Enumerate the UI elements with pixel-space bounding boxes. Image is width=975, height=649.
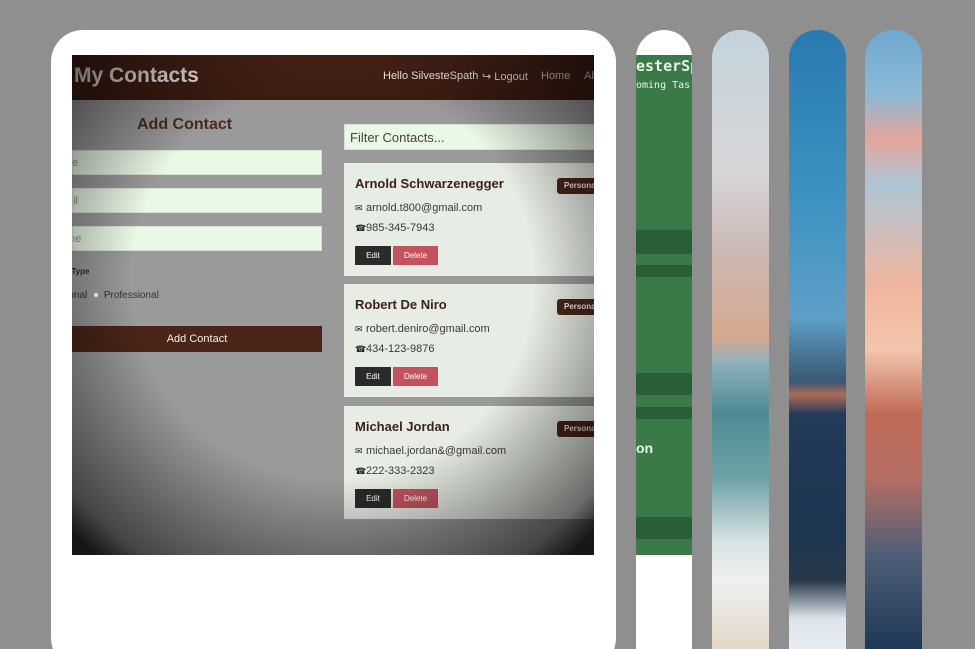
contact-card: Arnold Schwarzenegger Personal ✉arnold.t… — [344, 163, 594, 276]
brand-title[interactable]: My Contacts — [74, 64, 199, 88]
envelope-icon: ✉ — [355, 446, 363, 456]
divider — [636, 373, 692, 395]
nav-greeting: Hello SilvesteSpath — [383, 70, 479, 82]
contact-phone: 222-333-2323 — [366, 465, 435, 477]
contact-email-row: ✉ robert.deniro@gmail.com — [355, 323, 490, 335]
logout-link[interactable]: ↪ Logout — [482, 70, 528, 83]
contact-email-row: ✉ arnold.t800@gmail.com — [355, 202, 482, 214]
email-placeholder: ail — [73, 195, 79, 207]
divider — [636, 407, 692, 419]
phone-icon: ☎ — [355, 344, 367, 354]
city-waterfront-image-card[interactable] — [789, 30, 846, 649]
task-app-subtitle: oming Tas — [636, 80, 691, 91]
contact-type-badge: Personal — [557, 421, 594, 437]
contact-name: Michael Jordan — [355, 419, 450, 434]
task-app-title: esterSp — [636, 57, 692, 75]
contact-type-label: ct Type — [72, 267, 90, 276]
edit-button[interactable]: Edit — [355, 367, 391, 386]
contact-email: michael.jordan&@gmail.com — [366, 445, 507, 457]
contact-name: Robert De Niro — [355, 297, 447, 312]
phone-icon: ☎ — [355, 223, 367, 233]
contact-email-row: ✉ michael.jordan&@gmail.com — [355, 445, 506, 457]
contact-card: Michael Jordan Personal ✉michael.jordan&… — [344, 406, 594, 519]
about-link[interactable]: Ab — [584, 70, 594, 82]
contact-type-badge: Personal — [557, 299, 594, 315]
sign-out-icon: ↪ — [482, 71, 492, 83]
logout-label: Logout — [494, 71, 528, 83]
radio-professional[interactable] — [93, 292, 100, 299]
contacts-app-screenshot: My Contacts Hello SilvesteSpath ↪ Logout… — [72, 55, 594, 555]
add-contact-heading: Add Contact — [137, 116, 233, 133]
envelope-icon: ✉ — [355, 203, 363, 213]
radio-professional-label[interactable]: Professional — [104, 290, 159, 301]
contact-type-badge: Personal — [557, 178, 594, 194]
divider — [636, 230, 692, 254]
delete-button[interactable]: Delete — [393, 246, 438, 265]
project-card-tasks[interactable]: esterSp oming Tas on — [636, 30, 692, 649]
contact-phone-row: ☎985-345-7943 — [355, 222, 435, 234]
contact-card: Robert De Niro Personal ✉robert.deniro@g… — [344, 284, 594, 397]
contact-phone: 434-123-9876 — [366, 343, 435, 355]
contact-email: robert.deniro@gmail.com — [366, 323, 490, 335]
radio-personal-label[interactable]: rsonal — [72, 290, 87, 301]
divider — [636, 265, 692, 277]
mountain-image-card[interactable] — [865, 30, 922, 649]
home-link[interactable]: Home — [541, 70, 570, 82]
add-contact-button[interactable]: Add Contact — [72, 326, 322, 352]
contact-type-radios: rsonal Professional — [72, 290, 159, 301]
phone-placeholder: one — [73, 233, 82, 245]
beach-image-card[interactable] — [712, 30, 769, 649]
divider — [636, 517, 692, 539]
phone-input[interactable]: one — [72, 226, 322, 251]
edit-button[interactable]: Edit — [355, 246, 391, 265]
contact-phone-row: ☎434-123-9876 — [355, 343, 435, 355]
filter-contacts-input[interactable]: Filter Contacts... — [344, 124, 594, 150]
task-app-section: on — [636, 440, 654, 456]
contact-email: arnold.t800@gmail.com — [366, 202, 483, 214]
delete-button[interactable]: Delete — [393, 489, 438, 508]
task-app-preview — [636, 55, 692, 555]
email-input[interactable]: ail — [72, 188, 322, 213]
contact-name: Arnold Schwarzenegger — [355, 176, 504, 191]
name-input[interactable]: me — [72, 150, 322, 175]
delete-button[interactable]: Delete — [393, 367, 438, 386]
edit-button[interactable]: Edit — [355, 489, 391, 508]
name-placeholder: me — [72, 157, 79, 169]
navbar: My Contacts Hello SilvesteSpath ↪ Logout… — [72, 55, 594, 100]
phone-icon: ☎ — [355, 466, 367, 476]
envelope-icon: ✉ — [355, 324, 363, 334]
contact-phone: 985-345-7943 — [366, 222, 435, 234]
contact-phone-row: ☎222-333-2323 — [355, 465, 435, 477]
